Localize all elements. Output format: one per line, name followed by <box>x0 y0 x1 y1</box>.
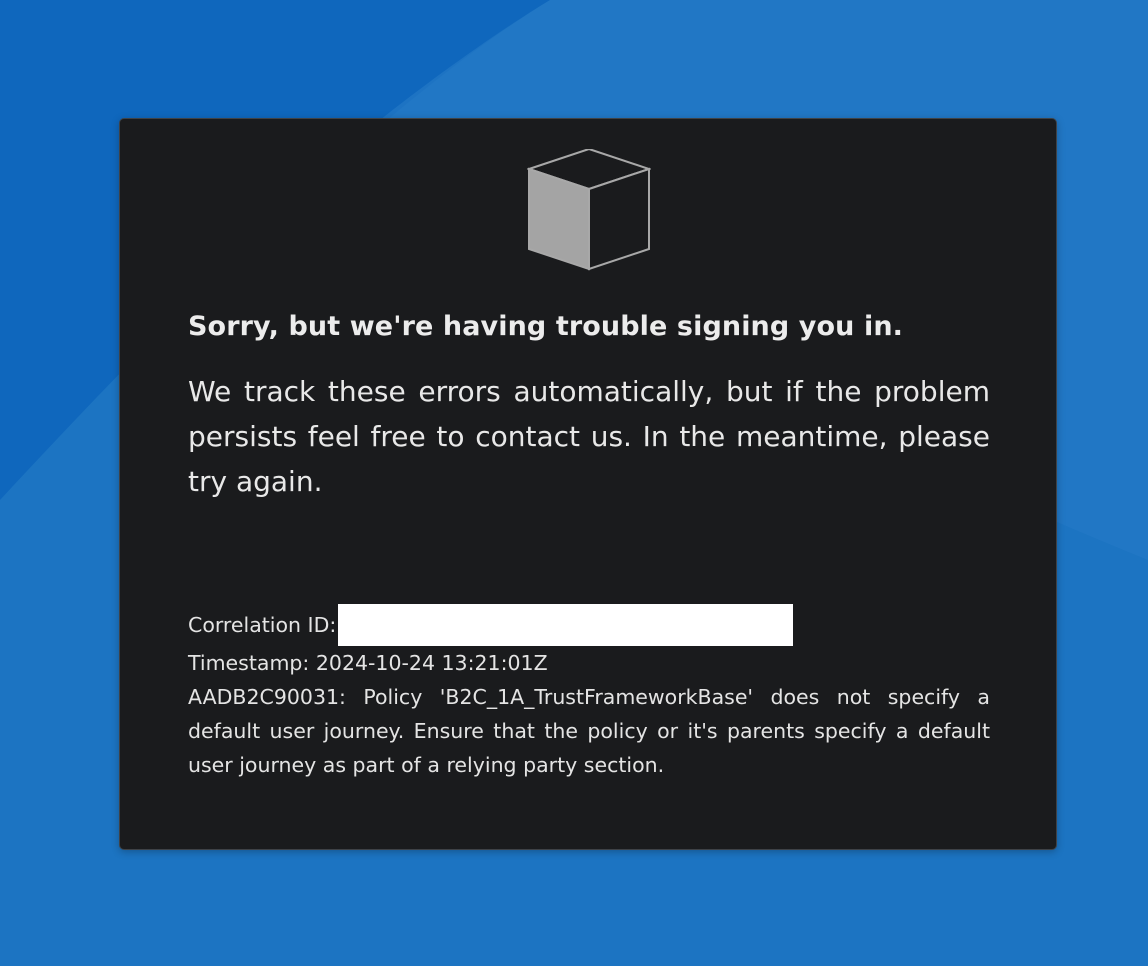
error-message: We track these errors automatically, but… <box>188 375 990 498</box>
error-details: Correlation ID: Timestamp: 2024-10-24 13… <box>188 604 990 782</box>
timestamp: Timestamp: 2024-10-24 13:21:01Z <box>188 651 548 675</box>
correlation-id-row: Correlation ID: <box>188 604 990 646</box>
cube-icon <box>527 149 651 271</box>
error-code-text: AADB2C90031: Policy 'B2C_1A_TrustFramewo… <box>188 685 990 777</box>
correlation-id-label: Correlation ID: <box>188 613 337 637</box>
error-title: Sorry, but we're having trouble signing … <box>188 311 904 342</box>
correlation-id-redaction <box>338 604 794 646</box>
error-card: Sorry, but we're having trouble signing … <box>119 118 1057 850</box>
